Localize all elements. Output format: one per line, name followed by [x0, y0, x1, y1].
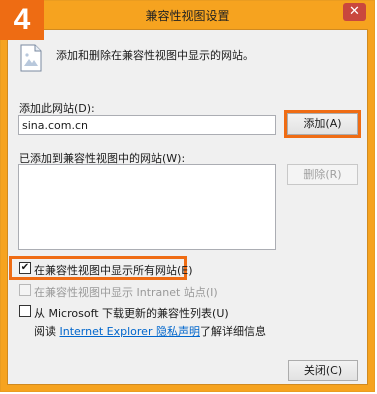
remove-button[interactable]: 删除(R): [287, 164, 358, 185]
show-all-sites-checkbox[interactable]: ✔: [19, 262, 31, 274]
intranet-sites-label: 在兼容性视图中显示 Intranet 站点(I): [34, 286, 218, 299]
download-list-checkbox[interactable]: [19, 305, 31, 317]
dialog-title: 兼容性视图设置: [145, 9, 230, 23]
step-number-badge: 4: [0, 0, 44, 40]
add-button[interactable]: 添加(A): [287, 113, 358, 135]
window-close-button[interactable]: ✕: [343, 3, 366, 21]
intro-text: 添加和删除在兼容性视图中显示的网站。: [56, 49, 254, 62]
document-icon: [20, 44, 42, 72]
privacy-line: 阅读 Internet Explorer 隐私声明了解详细信息: [34, 323, 266, 339]
add-site-label: 添加此网站(D):: [19, 102, 95, 115]
dialog-body: 添加和删除在兼容性视图中显示的网站。 添加此网站(D): sina.com.cn…: [7, 29, 368, 385]
added-sites-list[interactable]: [18, 164, 276, 250]
download-list-label[interactable]: 从 Microsoft 下载更新的兼容性列表(U): [34, 305, 229, 321]
add-site-input[interactable]: sina.com.cn: [18, 115, 276, 135]
show-all-sites-label[interactable]: 在兼容性视图中显示所有网站(E): [34, 262, 193, 278]
privacy-prefix: 阅读: [34, 325, 56, 338]
compat-view-dialog: 兼容性视图设置 ✕ 添加和删除在兼容性视图中显示的网站。 添加此网站(D): s…: [0, 0, 375, 392]
intranet-sites-checkbox[interactable]: [19, 284, 31, 296]
close-button[interactable]: 关闭(C): [288, 360, 358, 381]
privacy-statement-link[interactable]: Internet Explorer 隐私声明: [60, 325, 200, 338]
privacy-suffix: 了解详细信息: [199, 325, 266, 338]
title-bar[interactable]: 兼容性视图设置 ✕: [1, 1, 374, 28]
